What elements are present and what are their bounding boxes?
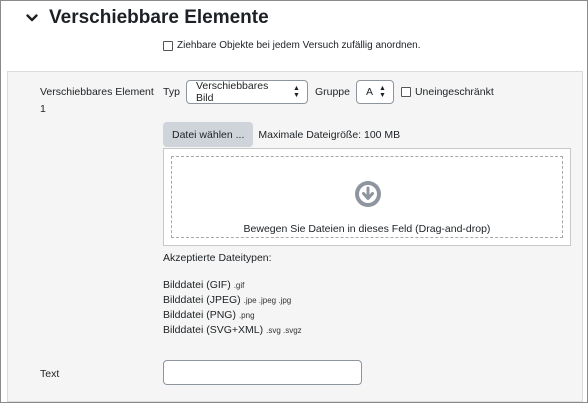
- unlimited-option[interactable]: Uneingeschränkt: [400, 86, 494, 98]
- accepted-types-heading: Akzeptierte Dateitypen:: [163, 252, 272, 264]
- group-label: Gruppe: [314, 86, 350, 98]
- unlimited-checkbox[interactable]: [400, 87, 411, 97]
- draggable-element-panel: Verschiebbares Element 1 Typ Verschiebba…: [7, 71, 583, 402]
- dropzone-text: Bewegen Sie Dateien in dieses Feld (Drag…: [243, 223, 491, 235]
- file-type-name: Bilddatei (PNG): [163, 309, 236, 321]
- shuffle-label: Ziehbare Objekte bei jedem Versuch zufäl…: [177, 40, 421, 51]
- chevron-down-icon[interactable]: [25, 11, 39, 25]
- download-arrow-circle-icon: [355, 181, 381, 207]
- file-type-name: Bilddatei (GIF): [163, 279, 231, 291]
- text-label: Text: [40, 368, 60, 380]
- type-label: Typ: [163, 86, 180, 98]
- file-type-ext: .png: [238, 311, 255, 320]
- group-select[interactable]: A ▲ ▼: [355, 80, 394, 104]
- list-item: Bilddatei (SVG+XML) .svg .svgz: [163, 323, 302, 338]
- shuffle-option[interactable]: Ziehbare Objekte bei jedem Versuch zufäl…: [163, 40, 420, 51]
- shuffle-checkbox[interactable]: [163, 40, 173, 51]
- list-item: Bilddatei (JPEG) .jpe .jpeg .jpg: [163, 293, 302, 308]
- file-dropzone[interactable]: Bewegen Sie Dateien in dieses Feld (Drag…: [163, 148, 571, 246]
- group-select-value: A: [365, 86, 373, 98]
- file-type-name: Bilddatei (SVG+XML): [163, 324, 264, 336]
- file-type-ext: .jpe .jpeg .jpg: [243, 296, 292, 305]
- select-arrows-icon: ▲ ▼: [378, 85, 386, 99]
- type-select[interactable]: Verschiebbares Bild ▲ ▼: [185, 80, 308, 104]
- type-select-value: Verschiebbares Bild: [195, 80, 269, 104]
- element-label: Verschiebbares Element 1: [40, 86, 154, 115]
- element-options-row: Typ Verschiebbares Bild ▲ ▼ Gruppe A ▲ ▼ U…: [163, 80, 494, 104]
- max-file-size: Maximale Dateigröße: 100 MB: [258, 128, 401, 141]
- file-type-ext: .svg .svgz: [266, 326, 302, 335]
- file-picker-row: Datei wählen ... Maximale Dateigröße: 10…: [163, 122, 400, 147]
- choose-file-button[interactable]: Datei wählen ...: [163, 122, 254, 147]
- section-header[interactable]: Verschiebbare Elemente: [25, 7, 269, 29]
- select-arrows-icon: ▲ ▼: [293, 85, 300, 99]
- file-type-ext: .gif: [233, 281, 245, 290]
- list-item: Bilddatei (GIF) .gif: [163, 278, 302, 293]
- text-input[interactable]: [163, 360, 362, 385]
- file-type-name: Bilddatei (JPEG): [163, 294, 241, 306]
- form-frame: Verschiebbare Elemente Ziehbare Objekte …: [0, 0, 588, 403]
- unlimited-label: Uneingeschränkt: [414, 86, 494, 98]
- section-title: Verschiebbare Elemente: [49, 7, 269, 28]
- dropzone-area[interactable]: Bewegen Sie Dateien in dieses Feld (Drag…: [171, 156, 563, 238]
- accepted-types-list: Bilddatei (GIF) .gif Bilddatei (JPEG) .jpe…: [163, 278, 302, 338]
- list-item: Bilddatei (PNG) .png: [163, 308, 302, 323]
